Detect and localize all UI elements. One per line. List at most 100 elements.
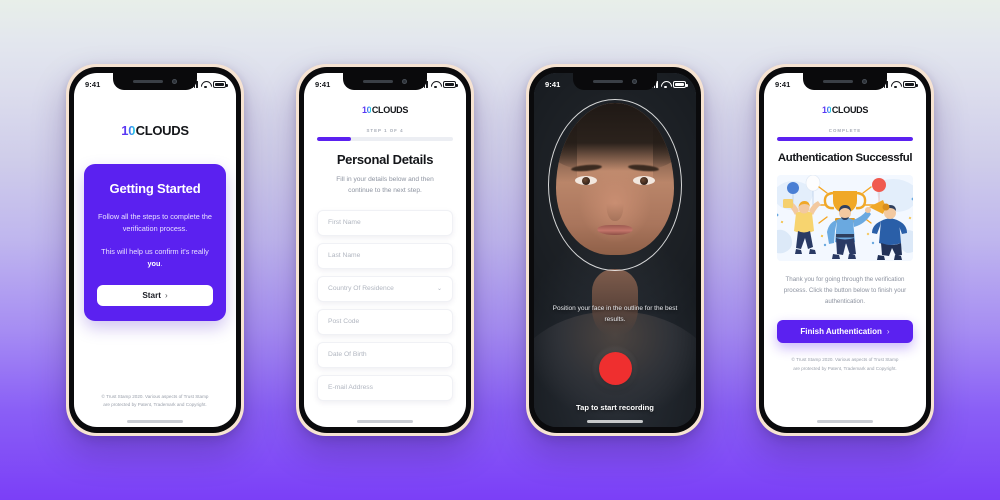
phone-3-face-capture: Position your face in the outline for th…: [526, 64, 704, 436]
field-placeholder: Last Name: [328, 252, 361, 260]
card-paragraph-2-prefix: This will help us confirm it's really: [101, 247, 209, 257]
card-paragraph-2-suffix: .: [160, 259, 163, 269]
celebration-illustration: [777, 175, 913, 261]
record-button[interactable]: [592, 345, 638, 391]
front-camera-icon: [862, 79, 867, 84]
input-e-mail-address[interactable]: E-mail Address: [317, 374, 453, 401]
phone-1-getting-started: 9:41 10 CLOUDS Getting Started Follow all…: [66, 64, 244, 436]
input-first-name[interactable]: First Name: [317, 209, 453, 236]
front-camera-icon: [632, 79, 637, 84]
legal-line-2: are protected by Patent, Trademark and C…: [793, 365, 897, 371]
wifi-icon: [431, 81, 440, 88]
front-camera-icon: [172, 79, 177, 84]
subject-neck: [592, 269, 638, 335]
battery-icon: [673, 81, 688, 88]
page-title: Personal Details: [336, 152, 434, 167]
phone-mockup-stage: 9:41 10 CLOUDS Getting Started Follow all…: [0, 0, 1000, 500]
progress-bar: [777, 137, 913, 141]
legal-footer: © Trust Stamp 2020. Various aspects of T…: [84, 393, 226, 409]
phone-2-personal-details: 9:41 10 CLOUDS STEP 1 OF 4 Personal Deta…: [296, 64, 474, 436]
legal-line-1: © Trust Stamp 2020. Various aspects of T…: [791, 357, 899, 363]
field-placeholder: Post Code: [328, 318, 360, 326]
logo-name: CLOUDS: [371, 105, 409, 115]
field-placeholder: First Name: [328, 219, 361, 227]
input-post-code[interactable]: Post Code: [317, 308, 453, 335]
notch: [113, 73, 197, 90]
wifi-icon: [891, 81, 900, 88]
phone-4-authentication-successful: 9:41 10 CLOUDS COMPLETE Authentication S…: [756, 64, 934, 436]
speaker-icon: [593, 79, 623, 84]
record-cta-label: Tap to start recording: [576, 403, 654, 412]
finish-button-label: Finish Authentication: [800, 327, 882, 337]
phone-3-screen: Position your face in the outline for th…: [534, 73, 696, 427]
legal-line-2: are protected by Patent, Trademark and C…: [103, 401, 207, 407]
logo-mark: 10: [361, 105, 372, 115]
wifi-icon: [661, 81, 670, 88]
field-placeholder: Country Of Residence: [328, 285, 394, 293]
home-indicator[interactable]: [817, 420, 873, 423]
input-last-name[interactable]: Last Name: [317, 242, 453, 269]
battery-icon: [213, 81, 228, 88]
progress-bar: [317, 137, 453, 141]
finish-authentication-button[interactable]: Finish Authentication ›: [777, 320, 913, 344]
app-logo: 10 CLOUDS: [84, 123, 226, 138]
complete-label: COMPLETE: [828, 128, 862, 133]
chevron-down-icon: ⌄: [436, 286, 442, 293]
screen-2-body: 10 CLOUDS STEP 1 OF 4 Personal Details Fi…: [304, 73, 466, 427]
battery-icon: [903, 81, 918, 88]
progress-bar-fill: [317, 137, 351, 141]
front-camera-icon: [402, 79, 407, 84]
home-indicator[interactable]: [357, 420, 413, 423]
progress-bar-fill: [777, 137, 913, 141]
chevron-right-icon: ›: [886, 327, 890, 337]
camera-hint-text: Position your face in the outline for th…: [552, 305, 678, 324]
camera-viewfinder: Position your face in the outline for th…: [534, 73, 696, 427]
phone-1-screen: 9:41 10 CLOUDS Getting Started Follow all…: [74, 73, 236, 427]
field-placeholder: E-mail Address: [328, 384, 373, 392]
speaker-icon: [823, 79, 853, 84]
face-outline-guide: [548, 99, 682, 271]
step-label: STEP 1 OF 4: [366, 128, 404, 133]
status-time: 9:41: [545, 80, 561, 89]
card-paragraph-2: This will help us confirm it's really yo…: [97, 246, 213, 270]
success-message: Thank you for going through the verifica…: [783, 276, 907, 306]
speaker-icon: [133, 79, 163, 84]
home-indicator[interactable]: [587, 420, 643, 423]
notch: [343, 73, 427, 90]
start-button-label: Start: [142, 291, 161, 301]
app-logo: 10 CLOUDS: [777, 105, 913, 115]
phone-bezel: 9:41 10 CLOUDS COMPLETE Authentication S…: [759, 67, 931, 433]
field-placeholder: Date Of Birth: [328, 351, 367, 359]
page-subtitle: Fill in your details below and then cont…: [336, 176, 434, 194]
logo-mark: 10: [821, 105, 832, 115]
page-title: Authentication Successful: [777, 152, 913, 164]
chevron-right-icon: ›: [164, 291, 168, 301]
select-country-of-residence[interactable]: Country Of Residence ⌄: [317, 275, 453, 302]
logo-name: CLOUDS: [135, 123, 189, 138]
status-time: 9:41: [85, 80, 101, 89]
battery-icon: [443, 81, 458, 88]
logo-name: CLOUDS: [831, 105, 869, 115]
screen-1-body: 10 CLOUDS Getting Started Follow all the …: [74, 73, 236, 427]
app-logo: 10 CLOUDS: [317, 105, 453, 115]
phone-bezel: 9:41 10 CLOUDS Getting Started Follow all…: [69, 67, 241, 433]
notch: [573, 73, 657, 90]
card-paragraph-1: Follow all the steps to complete the ver…: [98, 212, 212, 234]
wifi-icon: [201, 81, 210, 88]
speaker-icon: [363, 79, 393, 84]
legal-line-1: © Trust Stamp 2020. Various aspects of T…: [101, 393, 209, 399]
phone-4-screen: 9:41 10 CLOUDS COMPLETE Authentication S…: [764, 73, 926, 427]
record-button-inner: [598, 351, 632, 385]
phone-bezel: Position your face in the outline for th…: [529, 67, 701, 433]
personal-details-form: First Name Last Name Country Of Residence ⌄…: [317, 209, 453, 401]
card-title: Getting Started: [109, 181, 201, 196]
status-time: 9:41: [315, 80, 331, 89]
input-date-of-birth[interactable]: Date Of Birth: [317, 341, 453, 368]
notch: [803, 73, 887, 90]
screen-4-body: 10 CLOUDS COMPLETE Authentication Success…: [764, 73, 926, 427]
card-paragraph-2-bold: you: [147, 259, 161, 269]
phone-bezel: 9:41 10 CLOUDS STEP 1 OF 4 Personal Deta…: [299, 67, 471, 433]
home-indicator[interactable]: [127, 420, 183, 423]
legal-footer: © Trust Stamp 2020. Various aspects of T…: [777, 356, 913, 372]
start-button[interactable]: Start ›: [97, 285, 213, 307]
